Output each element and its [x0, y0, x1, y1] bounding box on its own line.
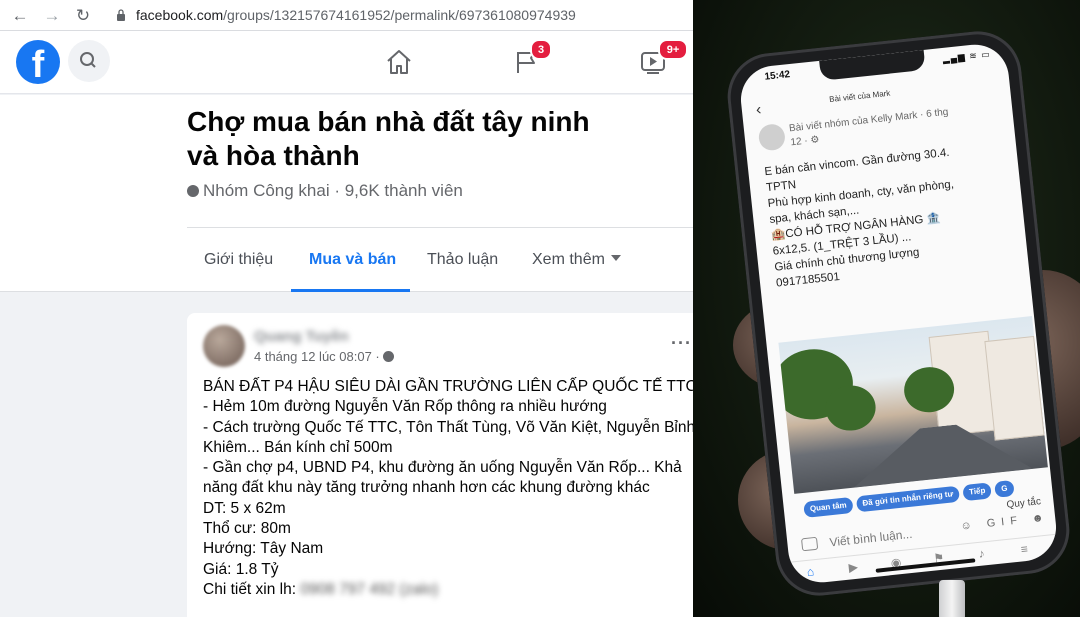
avatar[interactable] — [203, 325, 245, 367]
status-time: 15:42 — [763, 69, 791, 83]
post-line: Thổ cư: 80m — [203, 520, 291, 538]
facebook-browser-screenshot: ← → ↻ facebook.com/groups/13215767416195… — [0, 0, 693, 617]
charging-cable — [939, 580, 965, 617]
tab-discussion[interactable]: Thảo luận — [427, 251, 498, 269]
phone-notch — [819, 49, 926, 81]
post-line: - Cách trường Quốc Tế TTC, Tôn Thất Tùng… — [203, 418, 693, 436]
active-tab-indicator — [291, 289, 410, 292]
post-timestamp[interactable]: 4 tháng 12 lúc 08:07 · — [254, 349, 394, 364]
street-photo[interactable] — [778, 316, 1048, 494]
notifications-badge: 3 — [530, 39, 552, 60]
video-badge: 9+ — [658, 39, 688, 60]
mobile-subtitle: Bài viết nhóm của Kelly Mark · 6 thg — [788, 106, 949, 135]
chip-interested[interactable]: Quan tâm — [803, 496, 854, 518]
avatar[interactable] — [757, 122, 787, 152]
tab-buy-sell[interactable]: Mua và bán — [309, 251, 396, 269]
search-icon — [80, 52, 96, 68]
search-button[interactable] — [68, 40, 110, 82]
post-line: Khiêm... Bán kính chỉ 500m — [203, 438, 393, 456]
tab-about[interactable]: Giới thiệu — [204, 251, 273, 269]
rules-link[interactable]: Quy tắc — [1006, 496, 1041, 511]
group-title[interactable]: Chợ mua bán nhà đất tây ninh và hòa thàn… — [187, 105, 657, 173]
post-line: Giá: 1.8 Tỷ — [203, 560, 279, 578]
reload-icon[interactable]: ↻ — [73, 6, 93, 26]
post-line: BÁN ĐẤT P4 HẬU SIÊU DÀI GẦN TRƯỜNG LIÊN … — [203, 378, 693, 395]
more-icon[interactable]: ··· — [671, 333, 692, 354]
post-card: Quang Tuyền 4 tháng 12 lúc 08:07 · ··· B… — [187, 313, 693, 617]
menu-icon[interactable]: ≡ — [1016, 541, 1033, 557]
url-field[interactable]: facebook.com/groups/132157674161952/perm… — [136, 7, 576, 23]
post-body: BÁN ĐẤT P4 HẬU SIÊU DÀI GẦN TRƯỜNG LIÊN … — [203, 377, 693, 600]
globe-icon — [187, 185, 199, 197]
video-icon[interactable]: ▶ — [845, 559, 862, 575]
comment-input[interactable]: Viết bình luận... — [829, 527, 913, 550]
chip-private-message[interactable]: Đã gửi tin nhắn riêng tư — [855, 485, 961, 513]
back-arrow-icon[interactable]: ← — [10, 6, 30, 26]
post-contact-line: Chi tiết xin lh: 0908 797 492 (zalo) — [203, 580, 439, 598]
phone-screen: 15:42 ▂▄▆ ≋ ▭ ‹ Bài viết của Mark Bài vi… — [737, 41, 1060, 586]
chip-next[interactable]: Tiếp — [962, 482, 993, 502]
home-icon[interactable]: ⌂ — [802, 564, 819, 580]
phone-photo: 15:42 ▂▄▆ ≋ ▭ ‹ Bài viết của Mark Bài vi… — [693, 0, 1080, 617]
facebook-logo[interactable]: f — [16, 40, 60, 84]
post-line: - Gần chợ p4, UBND P4, khu đường ăn uống… — [203, 459, 682, 477]
post-line: DT: 5 x 62m — [203, 499, 286, 517]
group-meta: Nhóm Công khai · 9,6K thành viên — [187, 181, 463, 201]
tab-see-more[interactable]: Xem thêm — [532, 251, 621, 269]
chevron-down-icon — [610, 255, 621, 261]
post-line: Hướng: Tây Nam — [203, 540, 324, 558]
phone: 15:42 ▂▄▆ ≋ ▭ ‹ Bài viết của Mark Bài vi… — [723, 27, 1074, 600]
mobile-subtitle-2: 12 · ⚙ — [789, 134, 820, 149]
browser-address-bar: ← → ↻ facebook.com/groups/13215767416195… — [0, 0, 693, 31]
post-line: - Hẻm 10m đường Nguyễn Văn Rốp thông ra … — [203, 398, 607, 416]
bell-icon[interactable]: ♪ — [973, 546, 990, 562]
facebook-top-bar: f 3 9+ — [0, 31, 693, 94]
mobile-post-body: E bán căn vincom. Gần đường 30.4. TPTN P… — [764, 139, 1016, 291]
home-icon[interactable] — [384, 47, 414, 77]
back-arrow-icon[interactable]: ‹ — [755, 101, 762, 119]
divider — [187, 227, 693, 228]
group-header: Chợ mua bán nhà đất tây ninh và hòa thàn… — [0, 95, 693, 292]
mobile-header: Bài viết của Mark — [828, 88, 891, 105]
chip-more[interactable]: G — [994, 479, 1015, 498]
status-icons: ▂▄▆ ≋ ▭ — [942, 48, 992, 64]
contact-phone: 0908 797 492 (zalo) — [300, 580, 439, 598]
camera-icon[interactable] — [800, 536, 819, 552]
globe-icon — [382, 351, 394, 362]
comment-icons[interactable]: ☺ GIF ☻ — [960, 511, 1050, 532]
building — [984, 335, 1045, 441]
post-author[interactable]: Quang Tuyền — [254, 328, 349, 345]
forward-arrow-icon[interactable]: → — [42, 6, 62, 26]
post-line: năng đất khu này tăng trưởng nhanh hơn c… — [203, 479, 650, 497]
lock-icon — [117, 9, 125, 21]
